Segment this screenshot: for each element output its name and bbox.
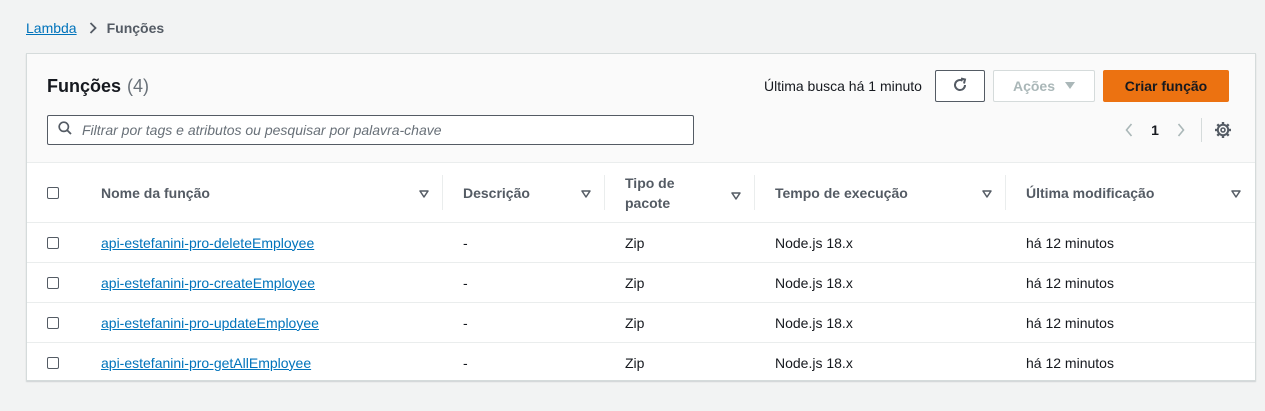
description-cell: - [463, 234, 468, 251]
row-checkbox[interactable] [47, 356, 59, 369]
description-cell: - [463, 354, 468, 371]
table-row[interactable]: api-estefanini-pro-getAllEmployee - Zip … [27, 343, 1255, 383]
package-type-cell: Zip [625, 354, 645, 371]
column-label-description: Descrição [463, 184, 530, 201]
select-all-checkbox[interactable] [47, 186, 59, 199]
column-label-runtime: Tempo de execução [775, 184, 908, 201]
column-label-name: Nome da função [101, 184, 210, 201]
chevron-right-icon [89, 22, 97, 34]
runtime-cell: Node.js 18.x [775, 354, 853, 371]
page-title: Funções (4) [47, 76, 149, 97]
last-modified-cell: há 12 minutos [1026, 314, 1114, 331]
select-all-header [27, 163, 81, 223]
pagination-divider [1201, 118, 1202, 142]
chevron-right-icon[interactable] [1169, 118, 1193, 142]
table-row[interactable]: api-estefanini-pro-createEmployee - Zip … [27, 262, 1255, 303]
last-modified-cell: há 12 minutos [1026, 234, 1114, 251]
pagination: 1 [1117, 118, 1193, 142]
search-box [47, 115, 694, 145]
row-checkbox[interactable] [47, 316, 59, 329]
description-cell: - [463, 314, 468, 331]
search-input[interactable] [80, 116, 693, 144]
last-modified-cell: há 12 minutos [1026, 274, 1114, 291]
table-row[interactable]: api-estefanini-pro-updateEmployee - Zip … [27, 302, 1255, 343]
column-label-last-modified: Última modificação [1026, 184, 1155, 201]
function-name-link[interactable]: api-estefanini-pro-createEmployee [101, 275, 315, 291]
search-icon [58, 120, 72, 140]
row-checkbox[interactable] [47, 276, 59, 289]
column-header-package-type[interactable]: Tipo de pacote [605, 163, 755, 223]
last-modified-cell: há 12 minutos [1026, 354, 1114, 371]
page-number[interactable]: 1 [1141, 122, 1169, 138]
column-label-package-line1: Tipo de [625, 174, 675, 191]
column-header-runtime[interactable]: Tempo de execução [755, 163, 1006, 223]
function-count: (4) [127, 76, 150, 96]
column-header-last-modified[interactable]: Última modificação [1006, 163, 1255, 223]
column-header-description[interactable]: Descrição [443, 163, 605, 223]
function-name-link[interactable]: api-estefanini-pro-updateEmployee [101, 315, 319, 331]
actions-dropdown-button[interactable]: Ações [993, 70, 1095, 102]
panel-header: Funções (4) Última busca há 1 minuto Açõe… [27, 54, 1255, 163]
table-header-row: Nome da função Descrição Tipo de pacote [27, 163, 1255, 223]
runtime-cell: Node.js 18.x [775, 314, 853, 331]
description-cell: - [463, 274, 468, 291]
sort-caret-icon[interactable] [419, 186, 429, 202]
create-function-button[interactable]: Criar função [1103, 70, 1229, 102]
sort-caret-icon[interactable] [581, 186, 591, 202]
sort-caret-icon[interactable] [731, 186, 741, 206]
sort-caret-icon[interactable] [1231, 186, 1241, 202]
function-name-link[interactable]: api-estefanini-pro-deleteEmployee [101, 235, 314, 251]
runtime-cell: Node.js 18.x [775, 274, 853, 291]
refresh-button[interactable] [935, 70, 985, 102]
runtime-cell: Node.js 18.x [775, 234, 853, 251]
chevron-left-icon[interactable] [1117, 118, 1141, 142]
package-type-cell: Zip [625, 234, 645, 251]
functions-table: Nome da função Descrição Tipo de pacote [27, 163, 1255, 383]
package-type-cell: Zip [625, 314, 645, 331]
title-text: Funções [47, 76, 122, 96]
column-label-package-line2: pacote [625, 194, 671, 211]
refresh-icon [952, 77, 968, 96]
sort-caret-icon[interactable] [982, 186, 992, 202]
caret-down-icon [1065, 82, 1076, 90]
column-label-package-type: Tipo de pacote [625, 173, 675, 213]
breadcrumb: Lambda Funções [26, 18, 164, 38]
breadcrumb-lambda-link[interactable]: Lambda [26, 20, 77, 36]
column-header-name[interactable]: Nome da função [81, 163, 443, 223]
settings-gear-icon[interactable] [1213, 120, 1233, 140]
function-name-link[interactable]: api-estefanini-pro-getAllEmployee [101, 355, 311, 371]
functions-panel: Funções (4) Última busca há 1 minuto Açõe… [26, 53, 1256, 381]
actions-label: Ações [1012, 78, 1056, 94]
breadcrumb-current: Funções [106, 20, 165, 36]
table-row[interactable]: api-estefanini-pro-deleteEmployee - Zip … [27, 222, 1255, 263]
package-type-cell: Zip [625, 274, 645, 291]
row-checkbox[interactable] [47, 236, 59, 249]
last-fetch-text: Última busca há 1 minuto [764, 78, 922, 94]
